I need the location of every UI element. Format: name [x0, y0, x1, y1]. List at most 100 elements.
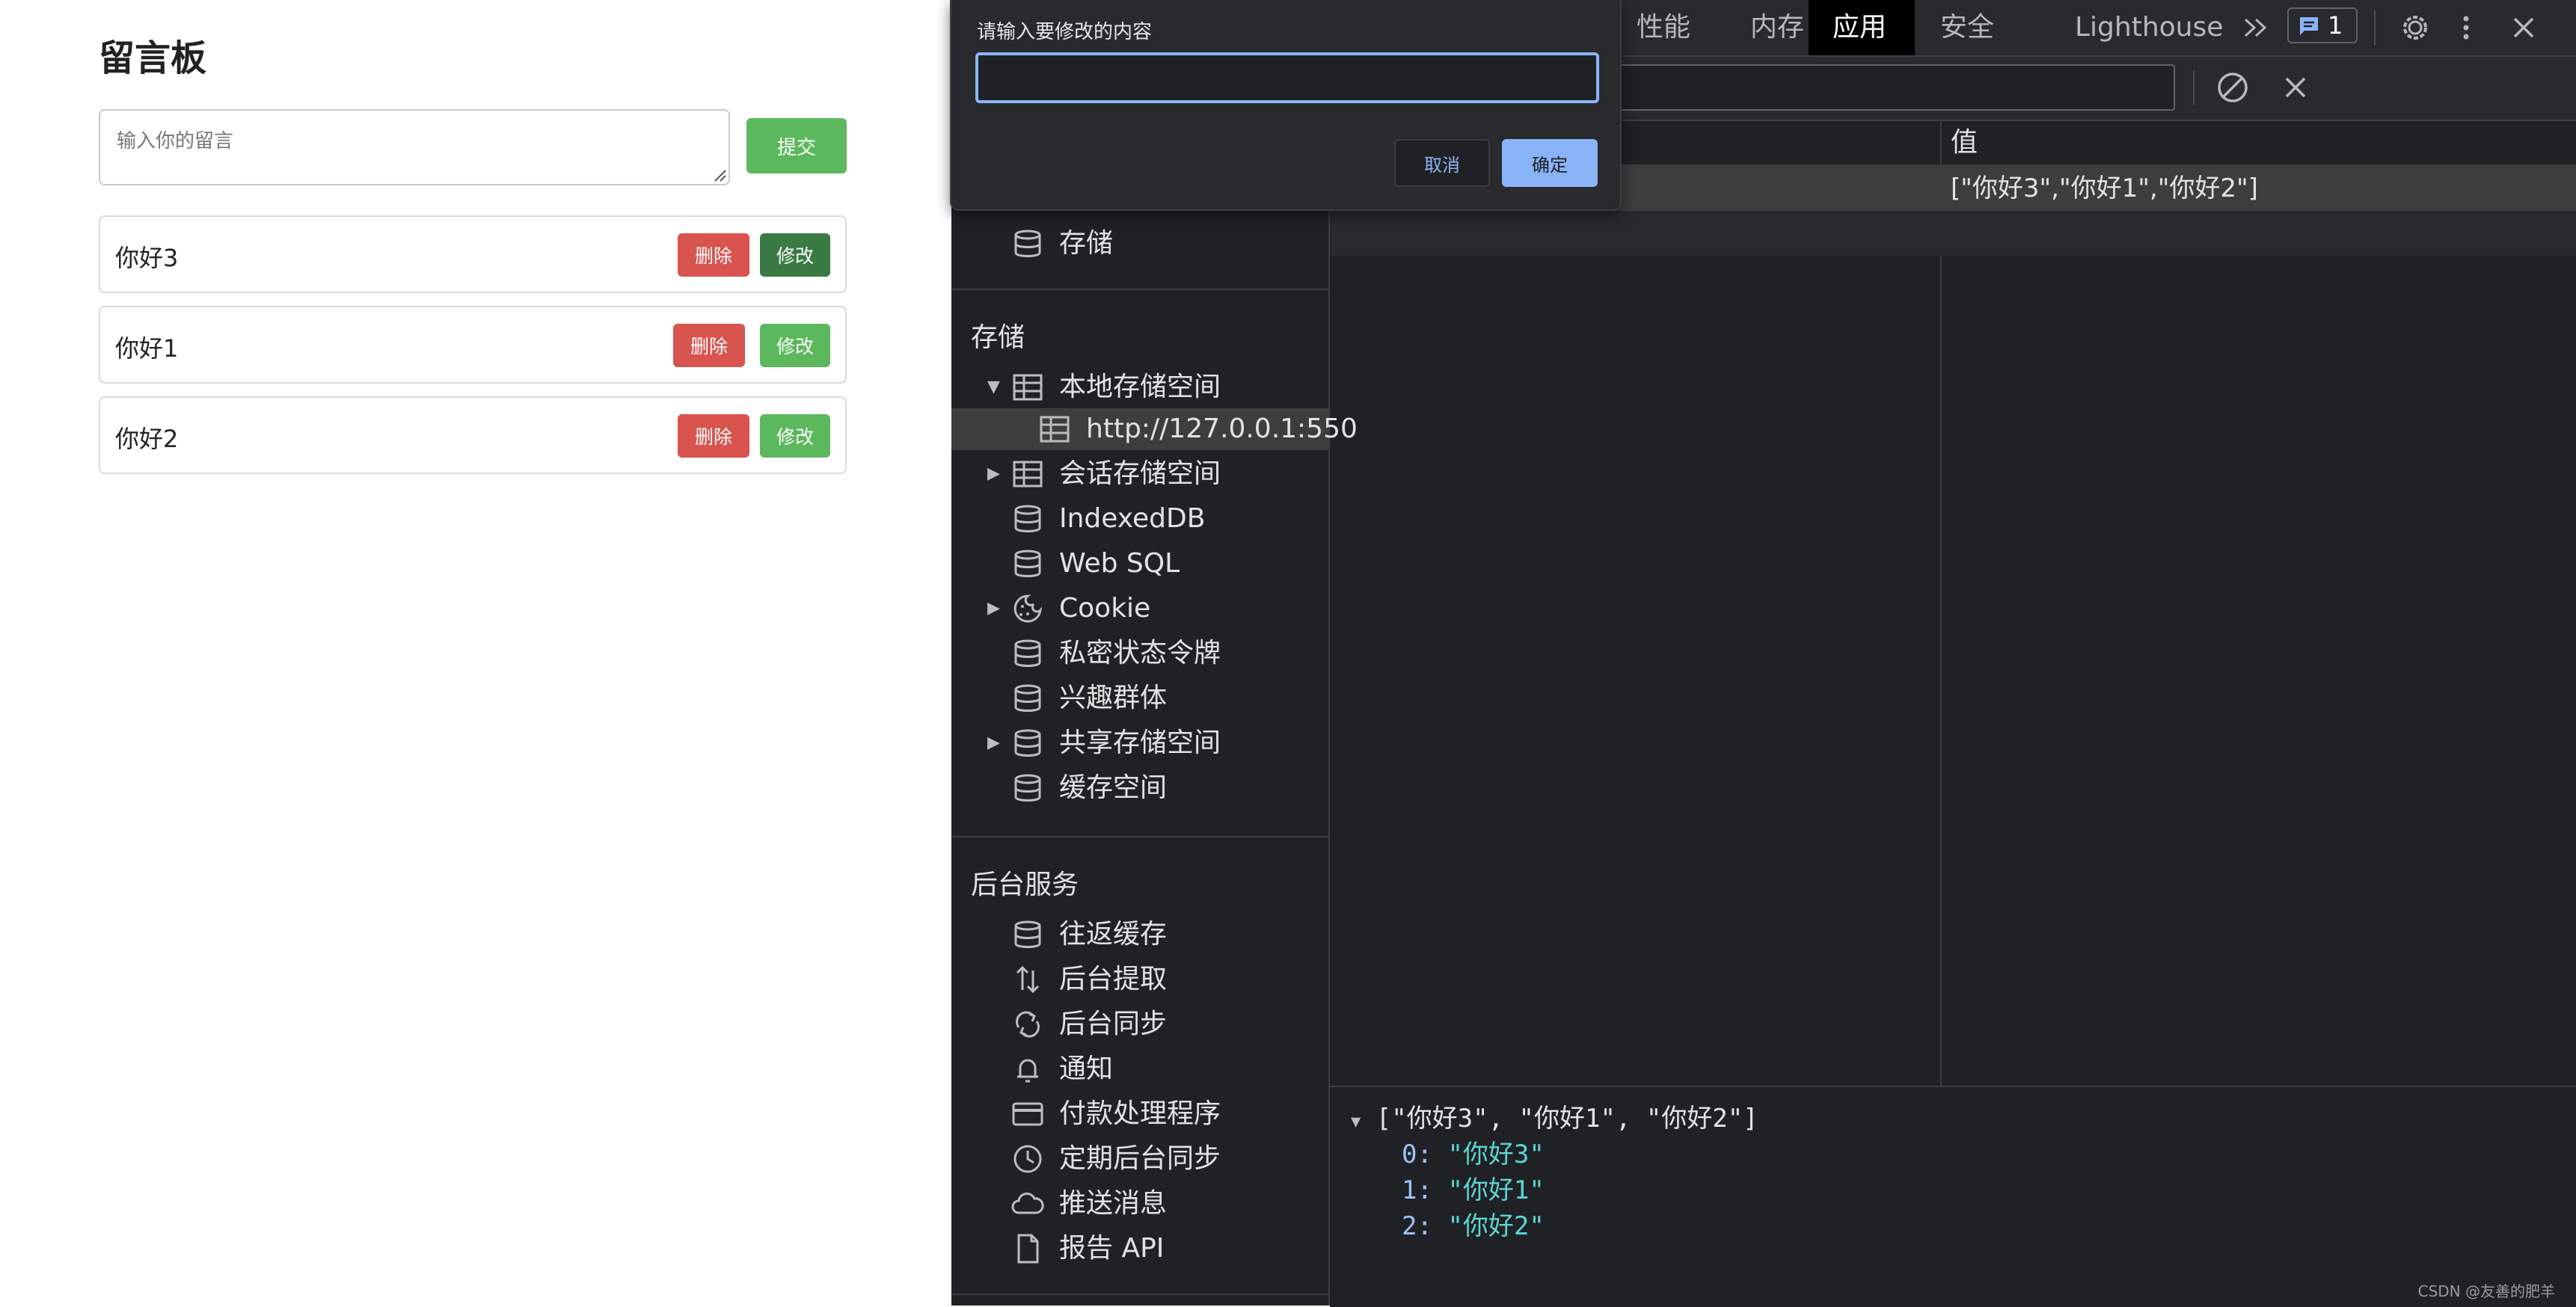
expand-down-icon[interactable]: ▼: [987, 366, 1000, 408]
clear-all-icon[interactable]: [2215, 70, 2250, 105]
messages-count: 1: [2328, 11, 2343, 40]
storage-table: 值 ["你好3","你好1","你好2"]: [1330, 120, 2576, 1086]
cookie-icon: [1013, 594, 1043, 623]
database-icon: [1014, 230, 1041, 257]
message-item: 你好1 删除 修改: [99, 306, 847, 384]
message-list: 你好3 删除 修改 你好1 删除 修改 你好2 删除 修改: [99, 215, 847, 487]
settings-gear-icon[interactable]: [2396, 9, 2434, 46]
column-divider: [1940, 120, 1942, 1086]
dialog-title: 请输入要修改的内容: [977, 21, 1153, 43]
edit-button[interactable]: 修改: [760, 414, 830, 458]
value-column-header[interactable]: 值: [1942, 120, 2576, 166]
delete-selected-icon[interactable]: [2280, 72, 2311, 103]
resize-grip-icon[interactable]: [712, 167, 727, 182]
messages-badge[interactable]: 1: [2287, 7, 2358, 43]
sidebar-divider: [951, 1294, 1328, 1295]
expand-right-icon[interactable]: ▶: [987, 453, 1000, 495]
cancel-button[interactable]: 取消: [1394, 139, 1490, 187]
message-text: 你好1: [115, 334, 179, 363]
storage-section-title: 存储: [971, 322, 1025, 353]
message-board-page: 留言板 提交 你好3 删除 修改 你好1 删除 修改 你好2 删除 修改: [0, 0, 951, 1306]
preview-item-value: "你好3": [1447, 1140, 1545, 1169]
table-row-empty[interactable]: [1330, 211, 2576, 256]
document-icon: [1017, 1234, 1039, 1264]
sidebar-item-label: 本地存储空间: [1059, 372, 1221, 402]
sidebar-item-label: Cookie: [1059, 593, 1151, 624]
message-item: 你好3 删除 修改: [99, 215, 847, 293]
database-icon: [1014, 729, 1041, 757]
sidebar-item-label: Web SQL: [1059, 548, 1180, 579]
value-preview: ▼ ["你好3", "你好1", "你好2"] 0: "你好3" 1: "你好1…: [1330, 1086, 2576, 1307]
sidebar-divider: [951, 836, 1328, 837]
database-icon: [1014, 684, 1041, 712]
message-icon: [2300, 17, 2318, 35]
sidebar-item-label: 存储: [1059, 228, 1114, 259]
message-text: 你好2: [115, 425, 179, 453]
message-item: 你好2 删除 修改: [99, 396, 847, 474]
preview-summary[interactable]: ▼ ["你好3", "你好1", "你好2"]: [1351, 1098, 1758, 1134]
expand-right-icon[interactable]: ▶: [987, 722, 1000, 764]
preview-item-value: "你好2": [1447, 1211, 1545, 1241]
close-devtools-icon[interactable]: [2509, 9, 2539, 46]
preview-item-value: "你好1": [1447, 1175, 1545, 1205]
sidebar-item-label: 后台同步: [1059, 1009, 1168, 1039]
table-icon: [1040, 416, 1070, 443]
table-icon: [1013, 461, 1043, 488]
submit-button[interactable]: 提交: [746, 118, 847, 173]
sync-icon: [1016, 1011, 1040, 1038]
sidebar-item-label: 缓存空间: [1059, 772, 1168, 803]
sidebar-item-label: 共享存储空间: [1059, 728, 1221, 758]
sidebar-item-label: 通知: [1059, 1054, 1114, 1084]
delete-button[interactable]: 删除: [673, 324, 745, 367]
preview-item: 0: "你好3": [1402, 1140, 1545, 1169]
message-input[interactable]: [99, 109, 730, 185]
more-options-icon[interactable]: [2455, 9, 2477, 46]
preview-item-index: 0: [1402, 1140, 1417, 1169]
edit-button[interactable]: 修改: [760, 233, 830, 277]
preview-item: 1: "你好1": [1402, 1175, 1545, 1205]
sidebar-divider: [951, 289, 1328, 290]
more-tabs-icon[interactable]: [2241, 9, 2272, 46]
sidebar-item-label: IndexedDB: [1059, 503, 1206, 534]
tab-performance[interactable]: 性能: [1613, 0, 1714, 55]
database-icon: [1014, 639, 1041, 667]
application-sidebar: 存储 存储 ▼ 本地存储空间 http://127.0.0.1:550 ▶ 会话…: [951, 120, 1358, 1306]
preview-item: 2: "你好2": [1402, 1211, 1545, 1241]
database-icon: [1014, 550, 1041, 577]
ok-button[interactable]: 确定: [1502, 139, 1598, 187]
prompt-dialog: 请输入要修改的内容 取消 确定: [950, 0, 1622, 211]
tab-security[interactable]: 安全: [1916, 0, 2018, 55]
clock-icon: [1013, 1145, 1042, 1173]
sidebar-item-label: 往返缓存: [1059, 919, 1168, 950]
filter-input[interactable]: [1598, 64, 2175, 111]
expand-right-icon[interactable]: ▶: [987, 588, 1000, 630]
table-cell-value: ["你好3","你好1","你好2"]: [1951, 173, 2258, 203]
sidebar-item-label: 推送消息: [1059, 1188, 1168, 1219]
sidebar-item-label: 定期后台同步: [1059, 1143, 1221, 1174]
tab-lighthouse[interactable]: Lighthouse: [2051, 0, 2247, 55]
database-icon: [1014, 505, 1041, 532]
toolbar-divider: [2193, 70, 2195, 105]
delete-button[interactable]: 删除: [678, 233, 749, 277]
delete-button[interactable]: 删除: [678, 414, 749, 458]
bell-icon: [1017, 1059, 1038, 1083]
database-icon: [1014, 920, 1041, 948]
edit-button[interactable]: 修改: [760, 324, 830, 367]
watermark: CSDN @友善的肥羊: [2417, 1282, 2555, 1300]
dialog-input[interactable]: [975, 52, 1599, 103]
sidebar-item-label: 兴趣群体: [1059, 683, 1168, 713]
database-icon: [1014, 774, 1041, 802]
cloud-icon: [1011, 1192, 1044, 1214]
tab-application[interactable]: 应用: [1809, 0, 1915, 55]
sidebar-item-label: 后台提取: [1059, 964, 1168, 994]
preview-item-index: 1: [1402, 1175, 1417, 1205]
sidebar-item-label: 付款处理程序: [1059, 1098, 1221, 1129]
expand-down-icon[interactable]: ▼: [1351, 1113, 1361, 1131]
sidebar-item-label: 报告 API: [1059, 1233, 1165, 1264]
preview-summary-text: ["你好3", "你好1", "你好2"]: [1376, 1104, 1758, 1134]
sidebar-item-label: 私密状态令牌: [1059, 638, 1221, 668]
sidebar-item-label: http://127.0.0.1:550: [1086, 413, 1358, 444]
sidebar-item-label: 会话存储空间: [1059, 458, 1221, 489]
credit-card-icon: [1012, 1102, 1043, 1126]
up-down-arrows-icon: [1016, 965, 1040, 994]
